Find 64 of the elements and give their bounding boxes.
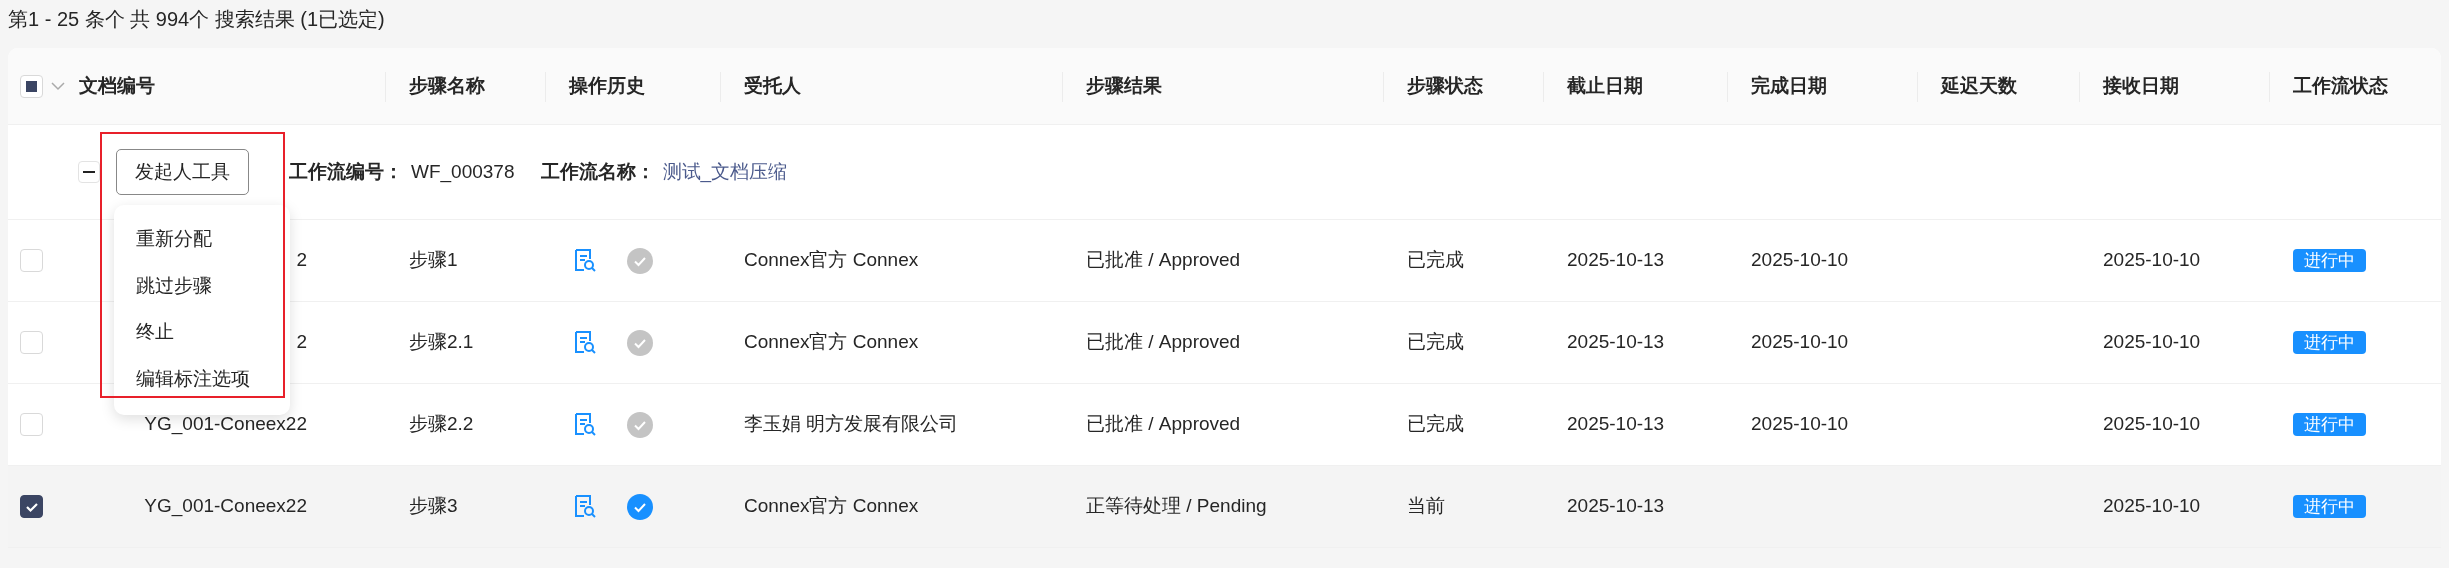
table-cell: 步骤1 bbox=[409, 249, 458, 271]
menu-item[interactable]: 编辑标注选项 bbox=[114, 358, 290, 405]
document-search-icon[interactable] bbox=[573, 494, 597, 519]
table-cell: 正等待处理 / Pending bbox=[1086, 495, 1267, 517]
table-cell: 2025-10-10 bbox=[2103, 495, 2201, 517]
table-cell: 2025-10-13 bbox=[1567, 413, 1665, 435]
column-header: 完成日期 bbox=[1751, 73, 1827, 98]
table-cell: 已批准 / Approved bbox=[1086, 413, 1241, 435]
table-cell: 已完成 bbox=[1407, 413, 1464, 435]
table-cell: YG_001-Coneex22 bbox=[144, 413, 307, 435]
column-header: 延迟天数 bbox=[1941, 73, 2017, 98]
initiator-tools-button[interactable]: 发起人工具 bbox=[116, 148, 249, 196]
table-cell: 已批准 / Approved bbox=[1086, 249, 1241, 271]
column-header: 工作流状态 bbox=[2293, 73, 2388, 98]
document-search-icon[interactable] bbox=[573, 248, 597, 273]
column-header: 步骤结果 bbox=[1086, 73, 1162, 98]
column-header: 截止日期 bbox=[1567, 73, 1643, 98]
status-badge: 进行中 bbox=[2293, 495, 2366, 519]
result-summary: 第1 - 25 条个 共 994个 搜索结果 (1已选定) bbox=[8, 8, 385, 30]
column-header: 步骤名称 bbox=[409, 73, 485, 98]
table-cell: 2025-10-10 bbox=[1751, 331, 1849, 353]
menu-item[interactable]: 重新分配 bbox=[114, 219, 290, 266]
collapse-toggle[interactable] bbox=[78, 161, 100, 183]
table-cell: 步骤2.2 bbox=[409, 413, 474, 435]
menu-item[interactable]: 跳过步骤 bbox=[114, 265, 290, 312]
column-header: 受托人 bbox=[744, 73, 801, 98]
row-checkbox[interactable] bbox=[20, 495, 43, 518]
table-cell: 2025-10-10 bbox=[2103, 331, 2201, 353]
table-cell: 已完成 bbox=[1407, 249, 1464, 271]
document-search-icon[interactable] bbox=[573, 412, 597, 437]
table-cell: 已批准 / Approved bbox=[1086, 331, 1241, 353]
table-cell: Connex官方 Connex bbox=[744, 495, 919, 517]
table-cell: 2025-10-10 bbox=[1751, 249, 1849, 271]
table-cell: 步骤3 bbox=[409, 495, 458, 517]
table-cell: 李玉娟 明方发展有限公司 bbox=[744, 413, 959, 435]
column-header: 接收日期 bbox=[2103, 73, 2179, 98]
menu-item[interactable]: 终止 bbox=[114, 312, 290, 359]
column-header: 步骤状态 bbox=[1407, 73, 1483, 98]
table-cell: Connex官方 Connex bbox=[744, 331, 919, 353]
field-label: 工作流名称： bbox=[540, 159, 655, 184]
table-cell: 2025-10-10 bbox=[1751, 413, 1849, 435]
column-header: 操作历史 bbox=[569, 73, 645, 98]
table-cell: 2025-10-10 bbox=[2103, 413, 2201, 435]
table-cell: 当前 bbox=[1407, 495, 1445, 517]
table-cell: 2025-10-13 bbox=[1567, 249, 1665, 271]
workflow-name-link[interactable]: 测试_文档压缩 bbox=[662, 157, 788, 187]
field-label: 工作流编号： bbox=[289, 159, 403, 184]
table-cell: Connex官方 Connex bbox=[744, 249, 919, 271]
document-search-icon[interactable] bbox=[573, 330, 597, 355]
field-value: WF_000378 bbox=[411, 159, 515, 185]
column-header: 文档编号 bbox=[79, 73, 155, 98]
table-cell: 2 bbox=[296, 249, 307, 271]
status-badge: 进行中 bbox=[2293, 249, 2366, 273]
status-badge: 进行中 bbox=[2293, 331, 2366, 355]
table-cell: 步骤2.1 bbox=[409, 331, 474, 353]
table-cell: 2025-10-13 bbox=[1567, 495, 1665, 517]
table-cell: YG_001-Coneex22 bbox=[144, 495, 307, 517]
status-badge: 进行中 bbox=[2293, 413, 2366, 437]
select-all-checkbox[interactable] bbox=[20, 74, 43, 98]
table-cell: 已完成 bbox=[1407, 331, 1464, 353]
table-cell: 2025-10-10 bbox=[2103, 249, 2201, 271]
table-cell: 2025-10-13 bbox=[1567, 331, 1665, 353]
caret-icon[interactable] bbox=[51, 81, 65, 91]
table-cell: 2 bbox=[296, 331, 307, 353]
